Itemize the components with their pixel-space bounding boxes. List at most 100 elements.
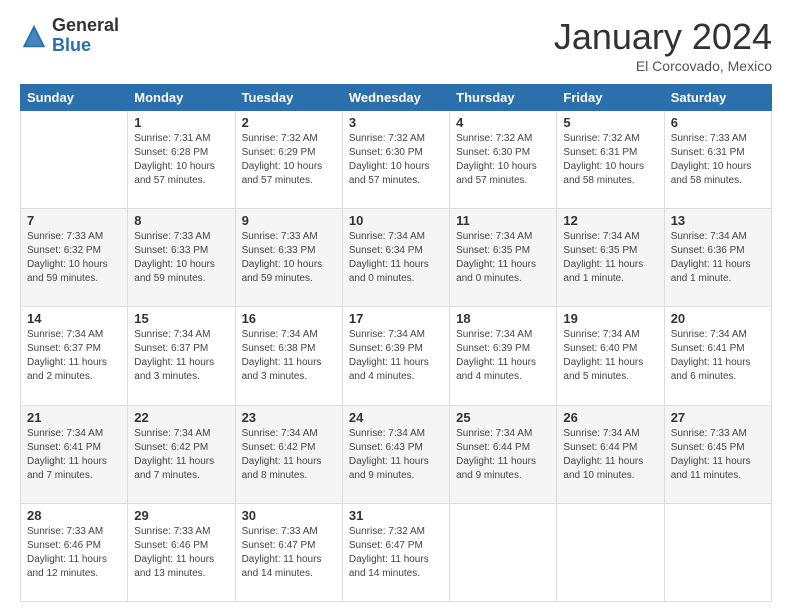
day-number: 30 — [242, 508, 336, 523]
calendar-cell: 29Sunrise: 7:33 AM Sunset: 6:46 PM Dayli… — [128, 503, 235, 601]
calendar-cell — [21, 111, 128, 209]
logo-blue: Blue — [52, 36, 119, 56]
day-number: 14 — [27, 311, 121, 326]
calendar-cell: 11 Sunrise: 7:34 AM Sunset: 6:35 PM Dayli… — [450, 209, 557, 307]
calendar-cell: 21 Sunrise: 7:34 AM Sunset: 6:41 PM Dayli… — [21, 405, 128, 503]
day-info: Sunrise: 7:33 AM Sunset: 6:33 PM Dayligh… — [242, 230, 336, 286]
day-info: Sunrise: 7:33 AM Sunset: 6:46 PM Dayligh… — [27, 525, 121, 581]
day-info: Sunrise: 7:34 AM Sunset: 6:41 PM Dayligh… — [27, 427, 121, 483]
month-title: January 2024 — [554, 16, 772, 58]
calendar-cell: 9 Sunrise: 7:33 AM Sunset: 6:33 PM Daylig… — [235, 209, 342, 307]
day-info: Sunrise: 7:34 AM Sunset: 6:39 PM Dayligh… — [456, 328, 550, 384]
title-section: January 2024 El Corcovado, Mexico — [554, 16, 772, 74]
day-info: Sunrise: 7:33 AM Sunset: 6:45 PM Dayligh… — [671, 427, 765, 483]
logo-text: General Blue — [52, 16, 119, 56]
day-info: Sunrise: 7:32 AM Sunset: 6:30 PM Dayligh… — [456, 132, 550, 188]
calendar-cell: 16Sunrise: 7:34 AM Sunset: 6:38 PM Dayli… — [235, 307, 342, 405]
calendar-cell: 8Sunrise: 7:33 AM Sunset: 6:33 PM Daylig… — [128, 209, 235, 307]
day-info: Sunrise: 7:33 AM Sunset: 6:31 PM Dayligh… — [671, 132, 765, 188]
logo-icon — [20, 22, 48, 50]
day-number: 4 — [456, 115, 550, 130]
day-info: Sunrise: 7:34 AM Sunset: 6:43 PM Dayligh… — [349, 427, 443, 483]
page: General Blue January 2024 El Corcovado, … — [0, 0, 792, 612]
day-info: Sunrise: 7:32 AM Sunset: 6:29 PM Dayligh… — [242, 132, 336, 188]
calendar-week-4: 28 Sunrise: 7:33 AM Sunset: 6:46 PM Dayli… — [21, 503, 772, 601]
calendar-cell: 2 Sunrise: 7:32 AM Sunset: 6:29 PM Daylig… — [235, 111, 342, 209]
day-number: 20 — [671, 311, 765, 326]
logo-general: General — [52, 16, 119, 36]
calendar-cell: 25 Sunrise: 7:34 AM Sunset: 6:44 PM Dayli… — [450, 405, 557, 503]
day-header-monday: Monday — [128, 85, 235, 111]
calendar-cell: 5Sunrise: 7:32 AM Sunset: 6:31 PM Daylig… — [557, 111, 664, 209]
day-number: 21 — [27, 410, 121, 425]
day-number: 24 — [349, 410, 443, 425]
day-header-tuesday: Tuesday — [235, 85, 342, 111]
calendar-cell: 23Sunrise: 7:34 AM Sunset: 6:42 PM Dayli… — [235, 405, 342, 503]
day-number: 31 — [349, 508, 443, 523]
calendar-cell: 7Sunrise: 7:33 AM Sunset: 6:32 PM Daylig… — [21, 209, 128, 307]
calendar-cell: 3Sunrise: 7:32 AM Sunset: 6:30 PM Daylig… — [342, 111, 449, 209]
day-number: 19 — [563, 311, 657, 326]
day-header-friday: Friday — [557, 85, 664, 111]
day-info: Sunrise: 7:34 AM Sunset: 6:37 PM Dayligh… — [27, 328, 121, 384]
day-header-wednesday: Wednesday — [342, 85, 449, 111]
calendar: SundayMondayTuesdayWednesdayThursdayFrid… — [20, 84, 772, 602]
day-number: 11 — [456, 213, 550, 228]
day-info: Sunrise: 7:34 AM Sunset: 6:42 PM Dayligh… — [134, 427, 228, 483]
day-info: Sunrise: 7:34 AM Sunset: 6:35 PM Dayligh… — [563, 230, 657, 286]
day-info: Sunrise: 7:34 AM Sunset: 6:44 PM Dayligh… — [456, 427, 550, 483]
day-info: Sunrise: 7:34 AM Sunset: 6:39 PM Dayligh… — [349, 328, 443, 384]
day-number: 27 — [671, 410, 765, 425]
day-info: Sunrise: 7:33 AM Sunset: 6:47 PM Dayligh… — [242, 525, 336, 581]
day-info: Sunrise: 7:34 AM Sunset: 6:42 PM Dayligh… — [242, 427, 336, 483]
calendar-cell: 18 Sunrise: 7:34 AM Sunset: 6:39 PM Dayli… — [450, 307, 557, 405]
day-number: 5 — [563, 115, 657, 130]
day-number: 18 — [456, 311, 550, 326]
day-number: 3 — [349, 115, 443, 130]
calendar-week-2: 14 Sunrise: 7:34 AM Sunset: 6:37 PM Dayli… — [21, 307, 772, 405]
calendar-cell: 24 Sunrise: 7:34 AM Sunset: 6:43 PM Dayli… — [342, 405, 449, 503]
calendar-cell: 27 Sunrise: 7:33 AM Sunset: 6:45 PM Dayli… — [664, 405, 771, 503]
calendar-cell: 31 Sunrise: 7:32 AM Sunset: 6:47 PM Dayli… — [342, 503, 449, 601]
calendar-cell: 14 Sunrise: 7:34 AM Sunset: 6:37 PM Dayli… — [21, 307, 128, 405]
day-number: 13 — [671, 213, 765, 228]
day-number: 2 — [242, 115, 336, 130]
day-number: 1 — [134, 115, 228, 130]
calendar-cell: 22 Sunrise: 7:34 AM Sunset: 6:42 PM Dayli… — [128, 405, 235, 503]
day-info: Sunrise: 7:34 AM Sunset: 6:44 PM Dayligh… — [563, 427, 657, 483]
calendar-cell — [450, 503, 557, 601]
day-info: Sunrise: 7:34 AM Sunset: 6:41 PM Dayligh… — [671, 328, 765, 384]
calendar-cell: 15Sunrise: 7:34 AM Sunset: 6:37 PM Dayli… — [128, 307, 235, 405]
calendar-cell: 10Sunrise: 7:34 AM Sunset: 6:34 PM Dayli… — [342, 209, 449, 307]
day-number: 28 — [27, 508, 121, 523]
calendar-cell: 28 Sunrise: 7:33 AM Sunset: 6:46 PM Dayli… — [21, 503, 128, 601]
calendar-cell: 19 Sunrise: 7:34 AM Sunset: 6:40 PM Dayli… — [557, 307, 664, 405]
calendar-cell: 30 Sunrise: 7:33 AM Sunset: 6:47 PM Dayli… — [235, 503, 342, 601]
day-info: Sunrise: 7:34 AM Sunset: 6:35 PM Dayligh… — [456, 230, 550, 286]
calendar-cell — [664, 503, 771, 601]
calendar-cell: 26Sunrise: 7:34 AM Sunset: 6:44 PM Dayli… — [557, 405, 664, 503]
logo: General Blue — [20, 16, 119, 56]
calendar-cell: 4 Sunrise: 7:32 AM Sunset: 6:30 PM Daylig… — [450, 111, 557, 209]
day-number: 29 — [134, 508, 228, 523]
calendar-cell: 13Sunrise: 7:34 AM Sunset: 6:36 PM Dayli… — [664, 209, 771, 307]
day-info: Sunrise: 7:34 AM Sunset: 6:37 PM Dayligh… — [134, 328, 228, 384]
day-info: Sunrise: 7:34 AM Sunset: 6:40 PM Dayligh… — [563, 328, 657, 384]
day-number: 22 — [134, 410, 228, 425]
day-number: 9 — [242, 213, 336, 228]
day-info: Sunrise: 7:32 AM Sunset: 6:47 PM Dayligh… — [349, 525, 443, 581]
day-info: Sunrise: 7:33 AM Sunset: 6:32 PM Dayligh… — [27, 230, 121, 286]
calendar-header-row: SundayMondayTuesdayWednesdayThursdayFrid… — [21, 85, 772, 111]
day-number: 6 — [671, 115, 765, 130]
header: General Blue January 2024 El Corcovado, … — [20, 16, 772, 74]
day-info: Sunrise: 7:31 AM Sunset: 6:28 PM Dayligh… — [134, 132, 228, 188]
calendar-week-3: 21 Sunrise: 7:34 AM Sunset: 6:41 PM Dayli… — [21, 405, 772, 503]
calendar-cell: 1 Sunrise: 7:31 AM Sunset: 6:28 PM Daylig… — [128, 111, 235, 209]
day-header-thursday: Thursday — [450, 85, 557, 111]
day-info: Sunrise: 7:33 AM Sunset: 6:33 PM Dayligh… — [134, 230, 228, 286]
day-number: 17 — [349, 311, 443, 326]
calendar-cell: 6 Sunrise: 7:33 AM Sunset: 6:31 PM Daylig… — [664, 111, 771, 209]
calendar-cell: 17 Sunrise: 7:34 AM Sunset: 6:39 PM Dayli… — [342, 307, 449, 405]
day-number: 25 — [456, 410, 550, 425]
day-info: Sunrise: 7:34 AM Sunset: 6:38 PM Dayligh… — [242, 328, 336, 384]
